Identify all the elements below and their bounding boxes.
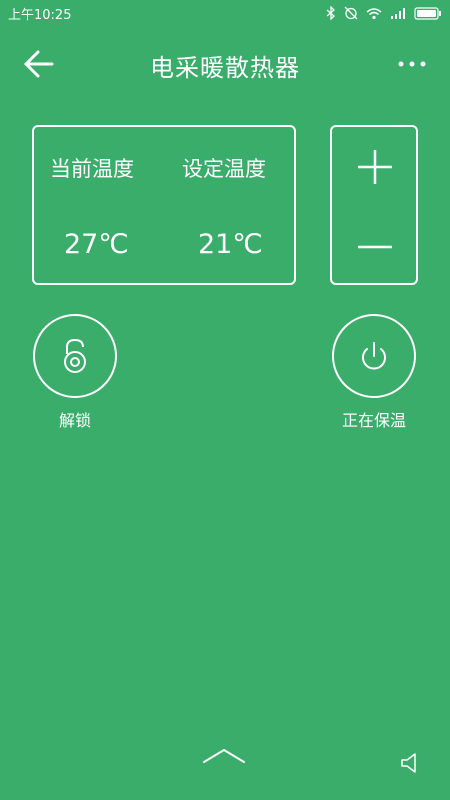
speaker-button[interactable] <box>399 752 425 774</box>
speaker-icon <box>401 753 416 773</box>
temperature-panel: 当前温度 设定温度 27℃ 21℃ <box>32 125 296 285</box>
more-dots-icon <box>398 61 426 67</box>
bluetooth-icon <box>326 6 335 20</box>
status-bar: 上午10:25 <box>0 0 450 26</box>
alarm-off-icon <box>344 6 358 20</box>
minus-icon <box>358 245 392 249</box>
temperature-adjust-panel <box>330 125 418 285</box>
power-icon <box>362 342 386 370</box>
status-time: 上午10:25 <box>8 7 72 23</box>
lock-label: 解锁 <box>58 411 91 430</box>
expand-panel-button[interactable] <box>201 745 247 767</box>
set-temp-value: 21℃ <box>198 229 263 260</box>
plus-icon <box>358 150 392 184</box>
signal-icon <box>391 8 405 19</box>
top-bar: 电采暖散热器 <box>0 36 450 92</box>
battery-icon <box>414 6 441 20</box>
status-icons <box>326 6 442 20</box>
current-temp-value: 27℃ <box>64 229 129 260</box>
increase-temp-button[interactable] <box>332 127 416 205</box>
chevron-up-icon <box>203 749 245 763</box>
lock-icon <box>64 338 86 373</box>
set-temp-label: 设定温度 <box>182 157 266 181</box>
wifi-icon <box>366 7 382 19</box>
more-button[interactable] <box>392 54 432 74</box>
current-temp-label: 当前温度 <box>50 157 134 181</box>
lock-button[interactable] <box>33 314 117 398</box>
page-title: 电采暖散热器 <box>150 54 300 82</box>
decrease-temp-button[interactable] <box>332 205 416 283</box>
power-status-label: 正在保温 <box>341 411 406 430</box>
power-button[interactable] <box>332 314 416 398</box>
